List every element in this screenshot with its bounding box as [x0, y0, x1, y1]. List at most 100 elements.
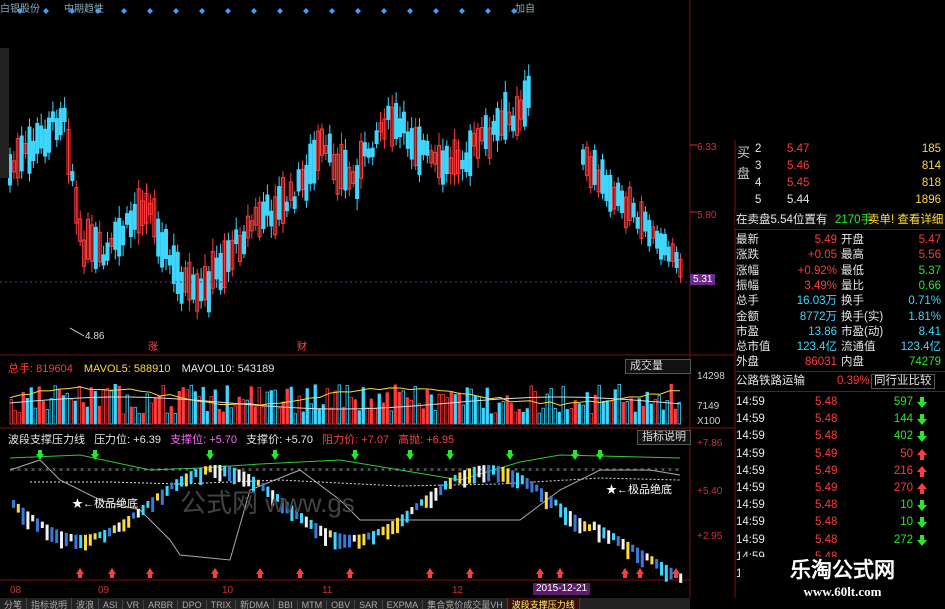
candle-body: [491, 120, 496, 135]
tick-time: 14:59: [736, 447, 765, 460]
indicator-tab-bar[interactable]: 分笔 指标说明 波浪 ASI VR ARBR DPO TRIX 新DMA BBI MTM OBV SAR…: [0, 598, 690, 609]
candle-body: [647, 219, 652, 247]
candle-body: [495, 108, 500, 141]
candle-body: [421, 140, 426, 156]
indicator-block: [592, 521, 596, 531]
indicator-block: [660, 562, 663, 576]
bottom-signal-left: ★←极品绝底: [72, 498, 138, 510]
volume-bar: [193, 391, 197, 425]
candle-body: [394, 103, 399, 139]
volume-bar: [85, 406, 89, 425]
stat-key: 总手: [736, 295, 759, 308]
indicator-tab[interactable]: 指标说明: [27, 598, 73, 609]
industry-compare-button[interactable]: 同行业比较: [871, 374, 935, 389]
order-alert-bar[interactable]: 在卖盘5.54位置有 2170手 卖单! 查看详细: [735, 213, 945, 228]
x-marker: ×: [318, 467, 322, 474]
volume-indicator-button[interactable]: 成交量: [625, 359, 691, 374]
candle-body: [308, 143, 313, 184]
indicator-tab[interactable]: DPO: [178, 600, 207, 609]
tick-time: 14:59: [736, 413, 765, 426]
candle-body: [616, 182, 621, 207]
x-marker: ×: [521, 467, 525, 474]
volume-bar: [149, 402, 153, 425]
indicator-block: [525, 478, 529, 489]
candle-body: [35, 122, 40, 154]
stat-key: 总市值: [736, 341, 771, 354]
indicator-tab[interactable]: 波段支撑压力线: [507, 598, 580, 609]
volume-bar: [361, 387, 365, 425]
volume-bar: [421, 408, 425, 425]
alert-detail-link[interactable]: 卖单! 查看详细: [868, 213, 943, 228]
indicator-block: [122, 519, 126, 532]
volume-bar: [593, 394, 597, 425]
volume-bar: [209, 396, 213, 425]
volume-bar: [101, 389, 105, 425]
x-marker: ×: [528, 467, 532, 474]
stat-key: 换手: [841, 295, 864, 308]
indicator-block: [458, 472, 462, 484]
indicator-tab[interactable]: EXPMA: [383, 600, 424, 609]
indicator-help-button[interactable]: 指标说明: [637, 430, 691, 445]
x-marker: ×: [633, 467, 637, 474]
indicator-block: [60, 531, 63, 549]
volume-bar: [365, 407, 369, 425]
indicator-tab[interactable]: ARBR: [144, 600, 179, 609]
candle-body: [269, 210, 274, 227]
high-sell: 高抛: +6.95: [398, 434, 455, 446]
indicator-block: [468, 468, 471, 484]
candle-body: [662, 233, 667, 256]
candle-body: [105, 242, 110, 261]
mavol10-value: MAVOL10: 543189: [181, 363, 275, 375]
stat-key: 市盈: [736, 325, 759, 338]
indicator-tab[interactable]: 波浪: [72, 598, 100, 609]
indicator-tab[interactable]: MTM: [298, 600, 328, 609]
tick-price: 5.48: [815, 396, 838, 408]
stat-row: 外盘 86031 内盘 74279: [735, 355, 945, 370]
stat-value: +0.92%: [797, 264, 837, 277]
indicator-tab[interactable]: ASI: [99, 600, 123, 609]
candle-body: [666, 246, 671, 262]
candle-body: [659, 233, 663, 260]
top-right-label: 加自: [515, 4, 535, 15]
volume-bar: [145, 393, 149, 425]
stat-row: 总市值 123.4亿 流通值 123.4亿: [735, 340, 945, 355]
indicator-tab[interactable]: 分笔: [0, 598, 28, 609]
volume-bar: [341, 406, 345, 425]
x-marker: ×: [38, 467, 42, 474]
indicator-block: [237, 469, 241, 482]
alert-volume: 2170手: [835, 214, 873, 226]
stat-key: 量比: [841, 279, 864, 292]
vol-axis-2: 7149: [697, 401, 720, 412]
indicator-block: [362, 533, 366, 546]
industry-row: 公路铁路运输 0.39% 同行业比较: [735, 374, 945, 389]
candle-body: [608, 174, 613, 212]
indicator-tab[interactable]: 新DMA: [236, 598, 275, 609]
tick-price: 5.49: [815, 464, 838, 477]
volume-bar: [517, 408, 521, 425]
volume-bar: [313, 384, 317, 425]
indicator-block: [98, 531, 102, 539]
indicator-block: [74, 534, 78, 550]
indicator-block: [463, 470, 467, 488]
candle-body: [425, 140, 430, 156]
volume-bar: [293, 413, 297, 425]
volume-title: 总手: 819604 MAVOL5: 588910 MAVOL10: 54318…: [8, 360, 282, 376]
indicator-block: [50, 527, 54, 542]
indicator-tab[interactable]: OBV: [327, 600, 356, 609]
left-sidebar-tabs[interactable]: [0, 48, 9, 178]
arrow-down-icon: [917, 431, 927, 443]
indicator-tab[interactable]: TRIX: [207, 600, 237, 609]
indicator-tab[interactable]: SAR: [355, 600, 383, 609]
indicator-block: [304, 516, 308, 528]
volume-bar: [673, 408, 677, 425]
indicator-block: [88, 534, 92, 546]
x-marker: ×: [605, 467, 609, 474]
tick-price: 5.49: [815, 447, 838, 460]
x-marker: ×: [87, 467, 91, 474]
arrow-up-icon: [917, 483, 927, 494]
indicator-tab[interactable]: 集合竞价成交量VH: [423, 598, 508, 609]
indicator-tab[interactable]: VR: [123, 600, 145, 609]
volume-bar: [665, 400, 669, 425]
indicator-tab[interactable]: BBI: [274, 600, 298, 609]
x-marker: ×: [66, 467, 70, 474]
